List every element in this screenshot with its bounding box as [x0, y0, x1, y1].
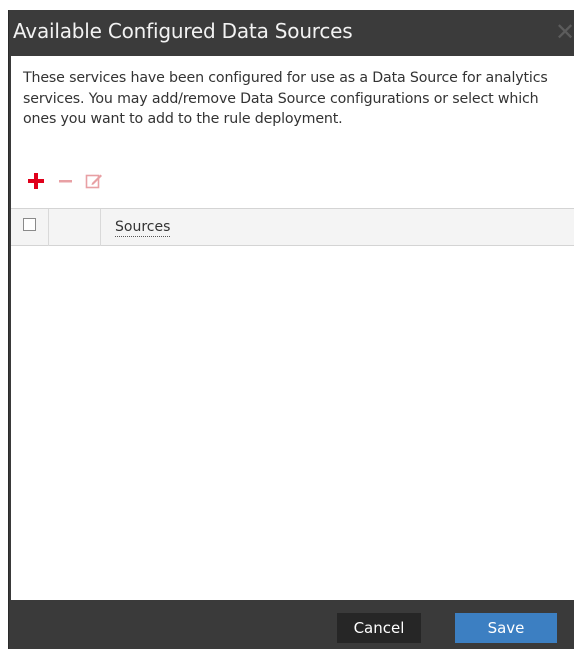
- grid-toolbar: [25, 170, 225, 194]
- sources-column-header[interactable]: Sources: [101, 209, 574, 246]
- dialog-description: These services have been configured for …: [23, 70, 548, 127]
- cancel-button[interactable]: Cancel: [337, 613, 421, 643]
- page: Available Configured Data Sources ✕ Thes…: [0, 0, 574, 649]
- remove-source-button[interactable]: [55, 170, 77, 192]
- minus-icon: [59, 180, 72, 183]
- save-button[interactable]: Save: [455, 613, 557, 643]
- plus-icon: [28, 173, 44, 189]
- dialog-title: Available Configured Data Sources: [13, 19, 353, 43]
- add-source-button[interactable]: [25, 170, 47, 192]
- close-icon[interactable]: ✕: [555, 16, 574, 48]
- grid-body: [11, 246, 574, 600]
- select-all-column: [11, 209, 49, 246]
- sources-column-label: Sources: [115, 219, 171, 237]
- dialog-titlebar: Available Configured Data Sources ✕: [9, 10, 574, 56]
- dialog-footer: Cancel Save: [9, 600, 574, 649]
- edit-source-button[interactable]: [83, 170, 105, 192]
- status-column-header: [49, 209, 101, 246]
- edit-icon: [85, 174, 102, 189]
- grid-header: Sources: [11, 208, 574, 246]
- data-sources-dialog: Available Configured Data Sources ✕ Thes…: [8, 10, 574, 649]
- select-all-checkbox[interactable]: [23, 218, 36, 231]
- dialog-body: These services have been configured for …: [11, 56, 574, 600]
- sources-grid: Sources: [11, 208, 574, 600]
